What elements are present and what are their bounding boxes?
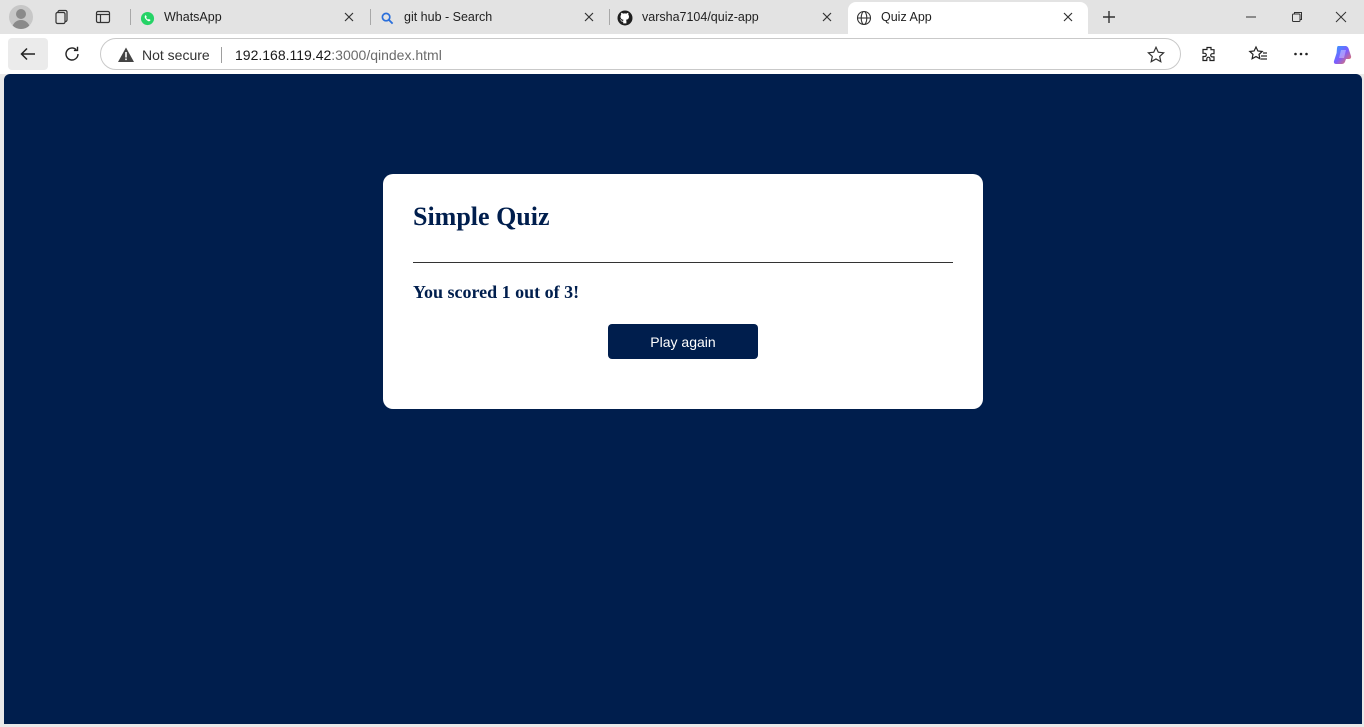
close-icon[interactable] bbox=[819, 9, 835, 25]
globe-icon bbox=[856, 10, 872, 26]
refresh-button[interactable] bbox=[56, 38, 88, 70]
tab-title: Quiz App bbox=[881, 10, 932, 24]
window-close-icon[interactable] bbox=[1318, 0, 1364, 34]
close-icon[interactable] bbox=[1060, 9, 1076, 25]
tab-title: varsha7104/quiz-app bbox=[642, 10, 759, 24]
restore-icon[interactable] bbox=[1274, 0, 1320, 34]
back-arrow-icon bbox=[20, 47, 35, 61]
url-path: :3000/qindex.html bbox=[331, 47, 442, 63]
quiz-card: Simple Quiz You scored 1 out of 3! Play … bbox=[383, 174, 983, 409]
title-divider bbox=[413, 262, 953, 263]
more-options-icon[interactable] bbox=[1285, 38, 1317, 70]
tab-whatsapp[interactable]: WhatsApp bbox=[131, 2, 369, 32]
back-button[interactable] bbox=[8, 38, 48, 70]
tab-quiz-app-repo[interactable]: varsha7104/quiz-app bbox=[609, 2, 847, 32]
tab-title: git hub - Search bbox=[404, 10, 493, 24]
extensions-icon[interactable] bbox=[1193, 38, 1225, 70]
tab-quiz-app[interactable]: Quiz App bbox=[848, 2, 1088, 34]
github-icon bbox=[617, 10, 633, 26]
new-tab-icon[interactable] bbox=[1097, 5, 1121, 29]
page-viewport: Simple Quiz You scored 1 out of 3! Play … bbox=[4, 74, 1362, 724]
quiz-title: Simple Quiz bbox=[413, 202, 550, 231]
workspaces-icon[interactable] bbox=[50, 5, 74, 29]
address-bar[interactable]: Not secure 192.168.119.42:3000/qindex.ht… bbox=[100, 38, 1181, 70]
tab-github-search[interactable]: git hub - Search bbox=[371, 2, 609, 32]
tab-strip: WhatsApp git hub - Search varsha7104/qui… bbox=[0, 0, 1364, 34]
favorites-icon[interactable] bbox=[1242, 38, 1274, 70]
score-text: You scored 1 out of 3! bbox=[413, 282, 580, 302]
tab-actions-icon[interactable] bbox=[91, 5, 115, 29]
favorite-star-icon[interactable] bbox=[1146, 45, 1166, 65]
url-host: 192.168.119.42 bbox=[235, 47, 332, 63]
url-text[interactable]: 192.168.119.42:3000/qindex.html bbox=[235, 47, 442, 63]
close-icon[interactable] bbox=[581, 9, 597, 25]
browser-toolbar: Not secure 192.168.119.42:3000/qindex.ht… bbox=[0, 34, 1364, 74]
whatsapp-icon bbox=[139, 10, 155, 26]
refresh-icon bbox=[65, 46, 79, 61]
security-label[interactable]: Not secure bbox=[142, 47, 210, 63]
copilot-icon[interactable] bbox=[1327, 38, 1359, 70]
tab-title: WhatsApp bbox=[164, 10, 222, 24]
search-icon bbox=[379, 10, 395, 26]
close-icon[interactable] bbox=[341, 9, 357, 25]
profile-avatar-icon[interactable] bbox=[9, 5, 33, 29]
play-again-button[interactable]: Play again bbox=[608, 324, 758, 359]
warning-icon[interactable] bbox=[117, 46, 135, 64]
minimize-icon[interactable] bbox=[1228, 0, 1274, 34]
